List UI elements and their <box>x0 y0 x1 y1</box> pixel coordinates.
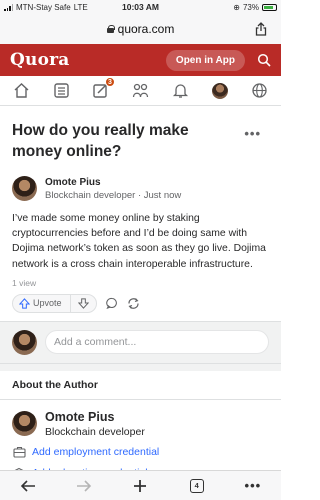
following-icon <box>54 83 69 98</box>
upvote-button[interactable]: Upvote <box>13 294 71 312</box>
comment-input[interactable]: Add a comment... <box>45 330 269 355</box>
answer-text: I’ve made some money online by staking c… <box>12 213 266 270</box>
nav-following[interactable] <box>50 80 72 102</box>
tabs-button[interactable]: 4 <box>187 476 207 496</box>
question-title[interactable]: How do you really make money online? <box>12 120 242 162</box>
nav-spaces[interactable] <box>129 80 151 102</box>
add-employment-credential[interactable]: Add employment credential <box>0 438 281 459</box>
reshare-icon <box>128 297 139 309</box>
url-text: quora.com <box>117 22 175 36</box>
profile-name[interactable]: Omote Pius <box>45 410 145 424</box>
lock-icon <box>106 25 115 33</box>
browser-url-bar[interactable]: quora.com <box>0 14 281 44</box>
profile-avatar[interactable] <box>12 411 37 437</box>
answer-actions: Upvote <box>0 288 281 313</box>
author-avatar[interactable] <box>12 176 37 201</box>
spaces-icon <box>132 83 149 98</box>
quora-header: Quora Open in App <box>0 44 281 76</box>
nav-answer[interactable]: 3 <box>90 76 115 102</box>
back-button[interactable] <box>18 476 38 496</box>
notification-badge: 3 <box>104 76 115 87</box>
status-bar: MTN-Stay Safe LTE 10:03 AM ⊕ 73% <box>0 0 281 14</box>
upvote-icon <box>19 297 30 309</box>
menu-button[interactable]: ••• <box>243 476 263 496</box>
more-icon: ••• <box>244 478 262 493</box>
notifications-icon <box>172 84 188 98</box>
battery-icon <box>262 3 277 11</box>
answer-time[interactable]: Just now <box>144 190 182 201</box>
new-tab-button[interactable] <box>130 476 150 496</box>
avatar <box>211 82 228 99</box>
share-button[interactable] <box>127 296 141 310</box>
author-profile: Omote Pius Blockchain developer <box>0 400 281 438</box>
downvote-button[interactable] <box>71 295 96 312</box>
browser-toolbar: 4 ••• <box>0 470 281 500</box>
plus-icon <box>134 479 147 492</box>
nav-profile[interactable] <box>209 80 231 102</box>
author-info: Omote Pius Blockchain developer · Just n… <box>45 177 181 201</box>
answer-author: Omote Pius Blockchain developer · Just n… <box>0 168 281 201</box>
about-author-heading: About the Author <box>12 378 98 391</box>
upvote-label: Upvote <box>33 298 62 309</box>
globe-icon <box>252 83 267 98</box>
comment-button[interactable] <box>105 296 119 310</box>
top-navigation: 3 <box>0 76 281 106</box>
briefcase-icon <box>12 445 26 459</box>
more-options-icon[interactable]: ••• <box>244 126 261 141</box>
profile-info: Omote Pius Blockchain developer <box>45 410 145 438</box>
url-display[interactable]: quora.com <box>106 22 175 36</box>
quora-logo[interactable]: Quora <box>10 50 69 70</box>
view-count: 1 view <box>12 277 37 288</box>
meta-separator: · <box>135 189 144 201</box>
nav-home[interactable] <box>11 80 33 102</box>
open-in-app-button[interactable]: Open in App <box>165 49 245 71</box>
status-time: 10:03 AM <box>121 2 159 12</box>
comment-composer: Add a comment... <box>0 321 281 363</box>
comment-icon <box>105 298 117 310</box>
home-icon <box>14 83 29 98</box>
arrow-right-icon <box>77 479 92 492</box>
forward-button[interactable] <box>74 476 94 496</box>
nav-notifications[interactable] <box>169 80 191 102</box>
nav-language[interactable] <box>248 80 270 102</box>
question-header: How do you really make money online? ••• <box>0 106 281 168</box>
share-icon[interactable] <box>254 22 268 36</box>
author-credential: Blockchain developer <box>45 189 136 201</box>
commenter-avatar <box>12 329 37 355</box>
profile-credential: Blockchain developer <box>45 425 145 438</box>
tab-count: 4 <box>189 478 204 493</box>
search-icon[interactable] <box>257 53 271 67</box>
vote-group: Upvote <box>12 293 97 313</box>
downvote-icon <box>77 298 89 309</box>
section-gap <box>0 362 281 371</box>
add-employment-label: Add employment credential <box>32 445 160 458</box>
author-name[interactable]: Omote Pius <box>45 177 181 188</box>
author-meta: Blockchain developer · Just now <box>45 190 181 201</box>
arrow-left-icon <box>20 479 36 492</box>
